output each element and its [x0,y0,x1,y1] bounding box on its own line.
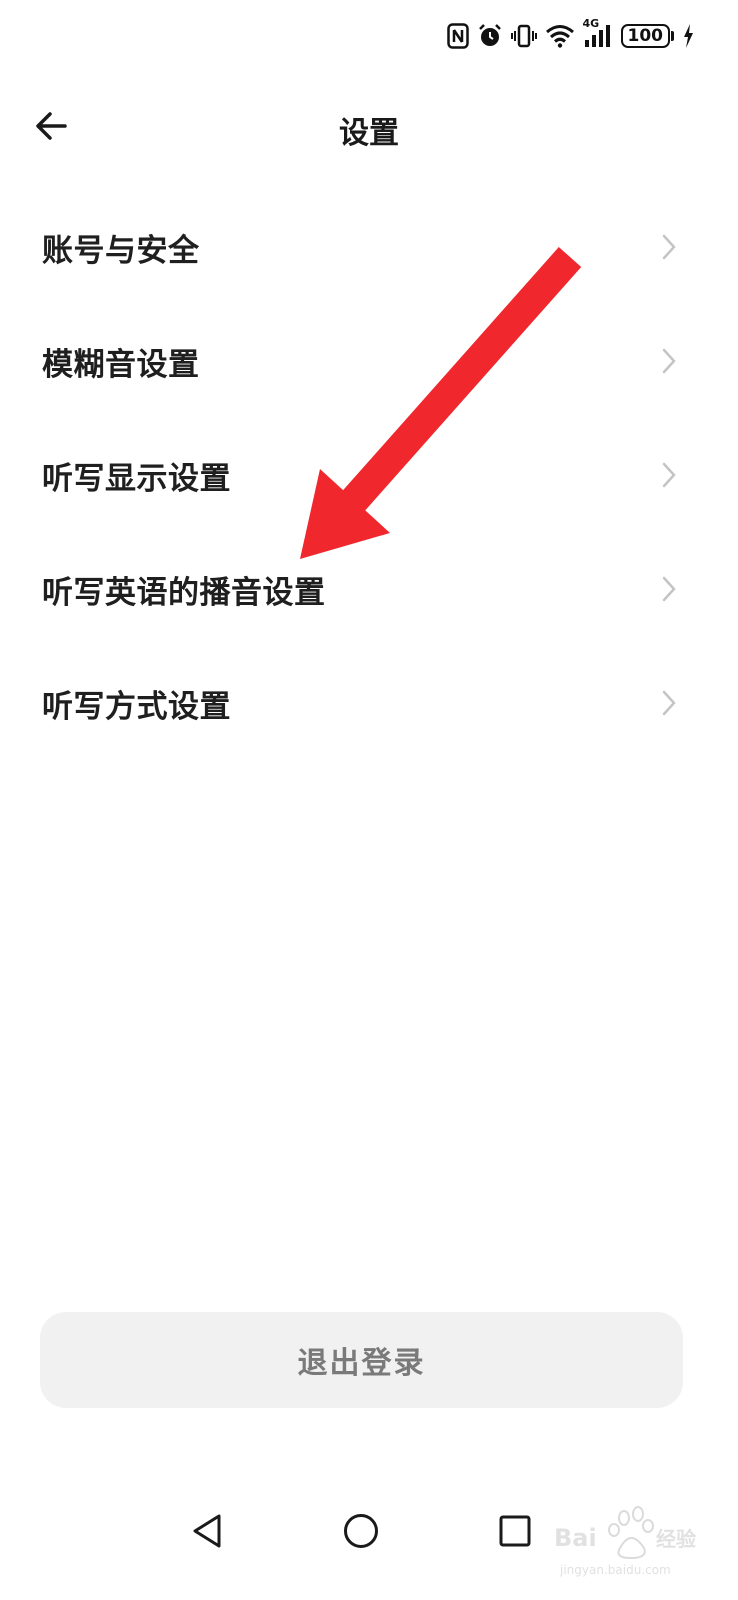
chevron-right-icon [662,462,676,488]
settings-item-fuzzy-sound[interactable]: 模糊音设置 [0,304,738,418]
wifi-icon [545,21,575,51]
network-type-label: 4G [582,17,600,30]
svg-text:jingyan.baidu.com: jingyan.baidu.com [559,1563,671,1577]
svg-text:经验: 经验 [656,1527,696,1551]
baidu-watermark-logo: Bai 经验 jingyan.baidu.com [554,1506,696,1577]
chevron-right-icon [662,234,676,260]
nfc-icon [446,21,469,51]
chevron-right-icon [662,690,676,716]
settings-item-account-security[interactable]: 账号与安全 [0,190,738,304]
nav-home-circle-icon [344,1514,378,1548]
signal-4g-icon: 4G [583,17,613,51]
settings-item-label: 模糊音设置 [42,346,200,383]
vibrate-icon [510,21,537,51]
battery-icon: 100 [620,23,674,49]
settings-list: 账号与安全 模糊音设置 听写显示设置 听写英语的播音设置 听写方式设置 [0,190,738,760]
logout-button[interactable]: 退出登录 [40,1312,683,1408]
nav-home-button[interactable] [336,1506,386,1556]
status-bar: 4G 100 [0,0,738,70]
page-title: 设置 [339,116,399,151]
charging-icon [682,21,694,51]
logout-label: 退出登录 [297,1346,426,1381]
settings-item-label: 听写方式设置 [42,688,231,725]
settings-item-dictation-display[interactable]: 听写显示设置 [0,418,738,532]
header: 设置 [0,90,738,160]
alarm-icon [477,21,503,51]
status-icons: 4G 100 [446,17,695,52]
settings-item-label: 听写英语的播音设置 [42,574,326,611]
nav-back-button[interactable] [182,1506,232,1556]
settings-item-label: 听写显示设置 [42,460,231,497]
nav-back-triangle-icon [193,1514,221,1548]
chevron-right-icon [662,576,676,602]
settings-item-label: 账号与安全 [42,232,200,269]
svg-text:Bai: Bai [554,1524,597,1552]
battery-tip [671,31,674,41]
battery-level: 100 [620,24,670,48]
settings-item-dictation-mode[interactable]: 听写方式设置 [0,646,738,760]
nav-recent-square-icon [499,1515,531,1547]
settings-item-english-pronunciation[interactable]: 听写英语的播音设置 [0,532,738,646]
chevron-right-icon [662,348,676,374]
nav-recent-button[interactable] [490,1506,540,1556]
